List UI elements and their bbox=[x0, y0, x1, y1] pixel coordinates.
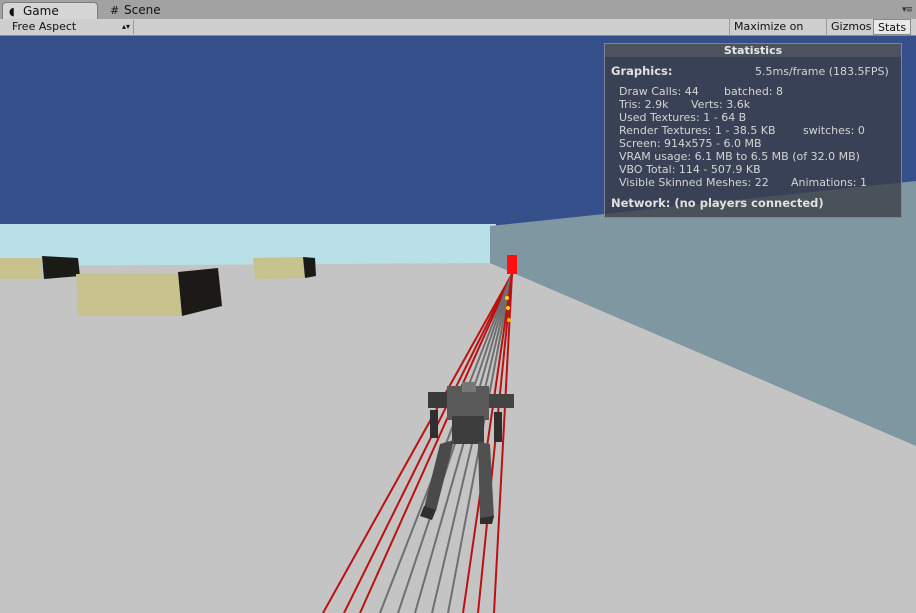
tab-game-label: Game bbox=[23, 4, 59, 18]
dropdown-arrow-icon: ▴▾ bbox=[121, 22, 130, 31]
animations: Animations: 1 bbox=[791, 176, 868, 189]
crate-right bbox=[253, 257, 316, 279]
tab-scene-label: Scene bbox=[124, 3, 161, 17]
tab-bar: ◖ Game # Scene ▾≡ bbox=[0, 0, 916, 20]
network-status: Network: (no players connected) bbox=[611, 196, 824, 210]
tab-game[interactable]: ◖ Game bbox=[2, 2, 98, 19]
batched: batched: 8 bbox=[724, 85, 784, 98]
aspect-value: Free Aspect bbox=[12, 20, 77, 33]
vram-usage: VRAM usage: 6.1 MB to 6.5 MB (of 32.0 MB… bbox=[619, 150, 860, 163]
tab-scene[interactable]: # Scene bbox=[108, 2, 198, 19]
switches: switches: 0 bbox=[803, 124, 865, 137]
crate-left bbox=[0, 256, 80, 279]
graphics-label: Graphics: bbox=[611, 64, 673, 78]
render-textures: Render Textures: 1 - 38.5 KB bbox=[619, 124, 776, 137]
used-textures: Used Textures: 1 - 64 B bbox=[619, 111, 747, 124]
maximize-on-play-button[interactable]: Maximize on Play bbox=[729, 19, 826, 49]
draw-calls: Draw Calls: 44 bbox=[619, 85, 699, 98]
skinned-meshes: Visible Skinned Meshes: 22 bbox=[619, 176, 769, 189]
crate-center bbox=[76, 268, 222, 316]
stats-button[interactable]: Stats bbox=[873, 19, 911, 35]
vbo-total: VBO Total: 114 - 507.9 KB bbox=[619, 163, 761, 176]
target-marker bbox=[507, 255, 517, 274]
gizmos-button[interactable]: Gizmos bbox=[826, 19, 873, 35]
screen-info: Screen: 914x575 - 6.0 MB bbox=[619, 137, 762, 150]
grid-icon: # bbox=[110, 4, 120, 17]
statistics-panel: Statistics Graphics: 5.5ms/frame (183.5F… bbox=[604, 43, 902, 218]
pacman-icon: ◖ bbox=[9, 5, 15, 18]
game-toolbar: Free Aspect ▴▾ Maximize on Play Gizmos S… bbox=[0, 19, 916, 49]
menu-icon[interactable]: ▾≡ bbox=[902, 5, 913, 15]
verts: Verts: 3.6k bbox=[691, 98, 751, 111]
stats-title: Statistics bbox=[605, 44, 901, 57]
aspect-dropdown[interactable]: Free Aspect ▴▾ bbox=[6, 20, 134, 34]
frame-time: 5.5ms/frame (183.5FPS) bbox=[755, 65, 889, 78]
tris: Tris: 2.9k bbox=[619, 98, 669, 111]
